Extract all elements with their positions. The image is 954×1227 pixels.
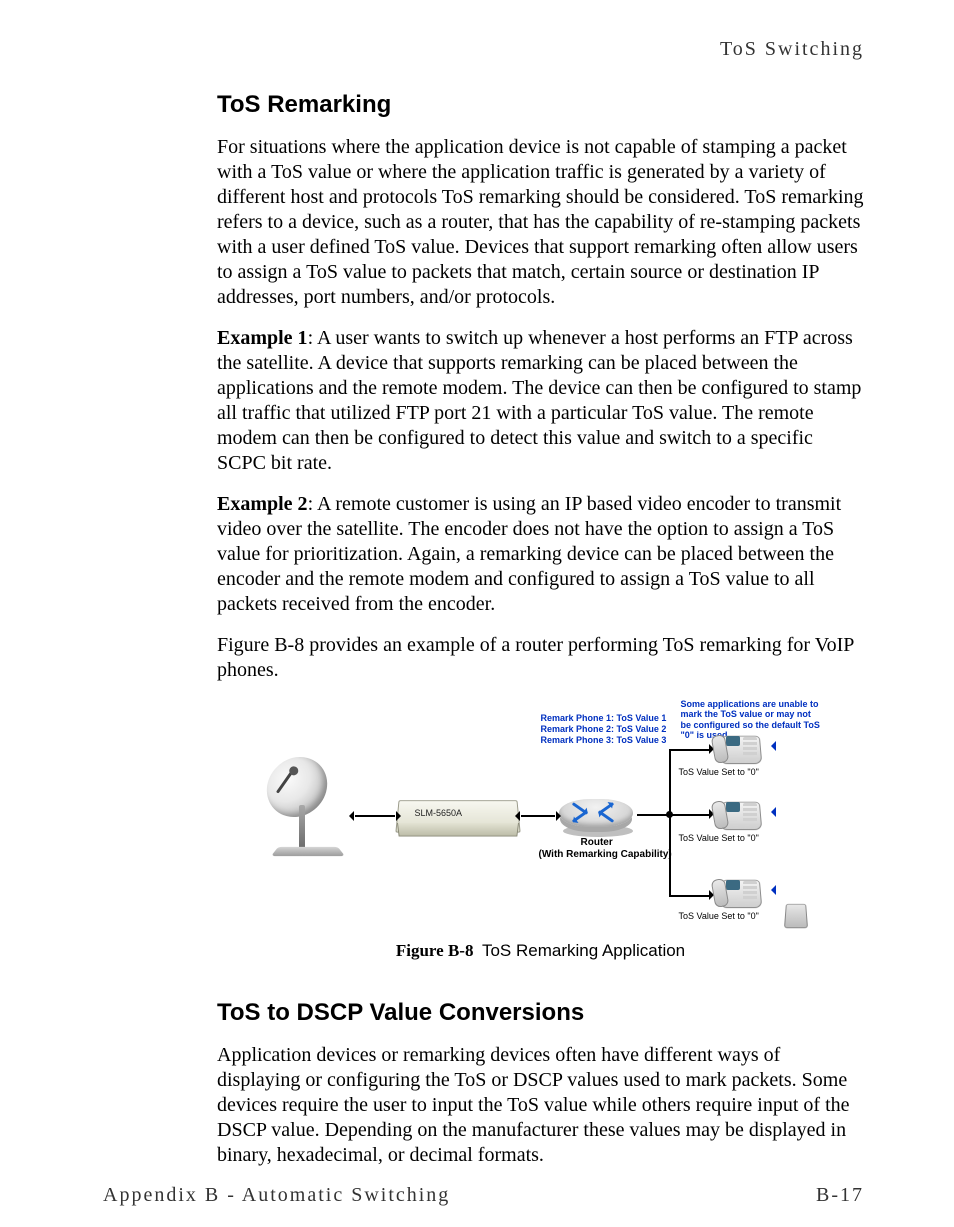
blue-arrow-icon <box>766 807 775 816</box>
link-antenna-modem <box>355 815 395 817</box>
diagram: Remark Phone 1: ToS Value 1 Remark Phone… <box>261 699 821 931</box>
example-1-text: : A user wants to switch up whenever a h… <box>217 327 861 474</box>
tos-value-label-1: ToS Value Set to "0" <box>679 767 759 777</box>
link-to-phone1 <box>669 749 709 751</box>
remark-phone-1-label: Remark Phone 1: ToS Value 1 <box>541 713 667 723</box>
content-area: ToS Remarking For situations where the a… <box>103 91 864 1184</box>
paragraph: For situations where the application dev… <box>217 135 864 310</box>
link-to-phone2 <box>669 814 709 816</box>
figure-title: ToS Remarking Application <box>482 941 685 960</box>
blue-arrow-icon <box>766 885 775 894</box>
paragraph-example-1: Example 1: A user wants to switch up whe… <box>217 326 864 476</box>
paragraph: Figure B-8 provides an example of a rout… <box>217 633 864 683</box>
figure-caption: Figure B-8 ToS Remarking Application <box>217 941 864 961</box>
remark-phone-2-label: Remark Phone 2: ToS Value 2 <box>541 724 667 734</box>
section-title-tos-dscp: ToS to DSCP Value Conversions <box>217 999 864 1027</box>
link-router-junction <box>637 814 667 816</box>
paragraph: Application devices or remarking devices… <box>217 1043 864 1168</box>
ip-phone-icon <box>721 799 761 831</box>
example-2-text: : A remote customer is using an IP based… <box>217 493 841 615</box>
footer-left: Appendix B - Automatic Switching <box>103 1184 450 1207</box>
link-junction-down <box>669 817 671 895</box>
link-junction-up <box>669 749 671 813</box>
footer-right: B-17 <box>816 1184 864 1207</box>
figure-number: Figure B-8 <box>396 941 474 960</box>
section-title-tos-remarking: ToS Remarking <box>217 91 864 119</box>
ip-phone-icon <box>721 877 761 909</box>
modem-model-label: SLM-5650A <box>415 808 463 818</box>
running-header: ToS Switching <box>103 38 864 61</box>
ip-phone-icon <box>721 733 761 765</box>
link-to-phone3 <box>669 895 709 897</box>
router-sublabel: (With Remarking Capability) <box>539 849 672 861</box>
figure-b8: Remark Phone 1: ToS Value 1 Remark Phone… <box>217 699 864 961</box>
router-icon <box>559 799 633 827</box>
blue-arrow-icon <box>766 741 775 750</box>
example-2-label: Example 2 <box>217 493 308 515</box>
paragraph-example-2: Example 2: A remote customer is using an… <box>217 492 864 617</box>
modem-front-icon <box>397 823 519 837</box>
link-modem-router <box>521 815 555 817</box>
satellite-antenna-icon <box>267 757 353 859</box>
tos-value-label-3: ToS Value Set to "0" <box>679 911 759 921</box>
page-footer: Appendix B - Automatic Switching B-17 <box>103 1184 864 1207</box>
switch-icon <box>783 904 807 928</box>
tos-value-label-2: ToS Value Set to "0" <box>679 833 759 843</box>
remark-phone-3-label: Remark Phone 3: ToS Value 3 <box>541 735 667 745</box>
router-label: Router <box>581 837 613 849</box>
example-1-label: Example 1 <box>217 327 308 349</box>
